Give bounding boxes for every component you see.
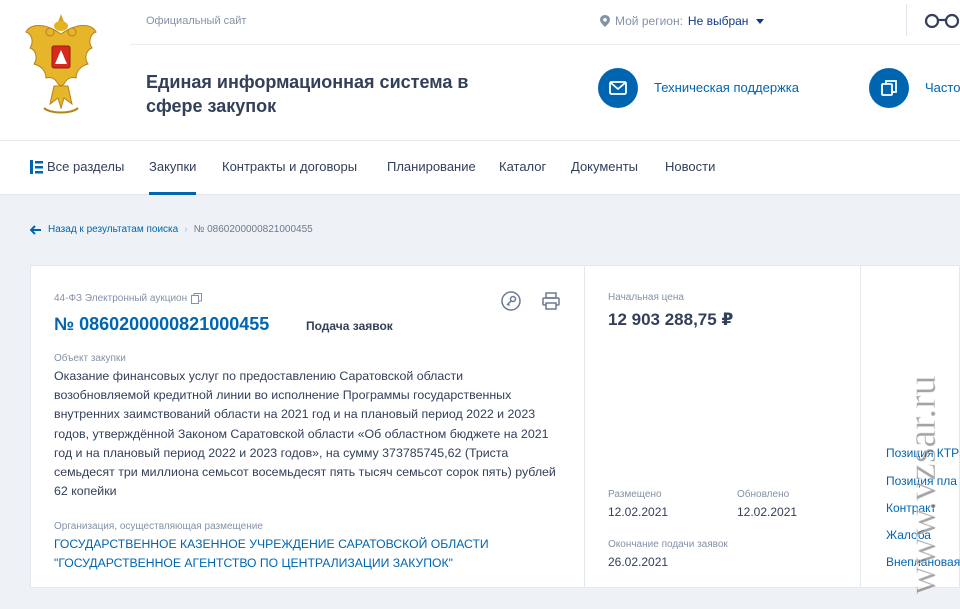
placed-label: Размещено xyxy=(608,489,662,500)
deadline-date: 26.02.2021 xyxy=(608,555,669,569)
copy-icon[interactable] xyxy=(191,293,203,304)
organization-label: Организация, осуществляющая размещение xyxy=(54,521,263,532)
nav-tab-catalog[interactable]: Каталог xyxy=(499,159,546,174)
header-separator xyxy=(906,4,907,36)
site-header: Официальный сайт Мой регион: Не выбран Е… xyxy=(0,0,960,141)
nav-all-sections[interactable]: Все разделы xyxy=(47,159,124,174)
arrow-left-icon[interactable] xyxy=(30,224,42,235)
purchase-stage: Подача заявок xyxy=(306,319,393,333)
header-divider xyxy=(130,44,960,45)
purchase-type: 44-ФЗ Электронный аукцион xyxy=(54,293,203,304)
price-value: 12 903 288,75 ₽ xyxy=(608,310,734,329)
region-selector[interactable]: Мой регион: Не выбран xyxy=(600,14,765,28)
coat-of-arms-icon[interactable] xyxy=(24,12,98,120)
column-divider xyxy=(860,266,861,587)
watermark: www.vzsar.ru xyxy=(899,375,945,596)
mail-icon xyxy=(609,81,627,95)
object-description: Оказание финансовых услуг по предоставле… xyxy=(54,369,556,499)
breadcrumb: Назад к результатам поиска › № 086020000… xyxy=(30,224,313,235)
nav-tab-planning[interactable]: Планирование xyxy=(387,159,476,174)
chevron-down-icon xyxy=(756,18,765,24)
location-pin-icon xyxy=(600,15,610,27)
object-label: Объект закупки xyxy=(54,353,126,364)
updated-date: 12.02.2021 xyxy=(737,505,798,519)
copy-docs-icon xyxy=(881,80,897,96)
purchase-number[interactable]: № 0860200000821000455 xyxy=(54,314,269,335)
site-title[interactable]: Единая информационная система в сфере за… xyxy=(146,70,506,118)
sections-icon xyxy=(30,160,43,174)
nav-tab-contracts[interactable]: Контракты и договоры xyxy=(222,159,357,174)
faq-button[interactable] xyxy=(869,68,909,108)
main-nav: Все разделы Закупки Контракты и договоры… xyxy=(0,141,960,195)
organization-link[interactable]: ГОСУДАРСТВЕННОЕ КАЗЕННОЕ УЧРЕЖДЕНИЕ САРА… xyxy=(54,535,559,572)
column-divider xyxy=(584,266,585,587)
print-icon[interactable] xyxy=(541,291,561,311)
breadcrumb-current: № 0860200000821000455 xyxy=(193,224,313,235)
region-label: Мой регион: xyxy=(615,14,683,28)
glasses-icon[interactable] xyxy=(924,12,960,28)
purchase-card: 44-ФЗ Электронный аукцион № 086020000082… xyxy=(30,265,960,588)
official-site-label: Официальный сайт xyxy=(146,15,247,27)
region-value[interactable]: Не выбран xyxy=(688,14,749,28)
key-icon[interactable] xyxy=(501,291,521,311)
placed-date: 12.02.2021 xyxy=(608,505,669,519)
nav-tab-documents[interactable]: Документы xyxy=(571,159,638,174)
support-button[interactable] xyxy=(598,68,638,108)
price-label: Начальная цена xyxy=(608,292,684,303)
watermark-text: www.vzsar.ru xyxy=(899,375,944,595)
deadline-label: Окончание подачи заявок xyxy=(608,539,728,550)
back-to-results-link[interactable]: Назад к результатам поиска xyxy=(48,224,178,235)
support-link[interactable]: Техническая поддержка xyxy=(654,80,799,95)
faq-link[interactable]: Часто xyxy=(925,80,960,95)
nav-tab-news[interactable]: Новости xyxy=(665,159,715,174)
nav-tab-purchases[interactable]: Закупки xyxy=(149,159,197,195)
updated-label: Обновлено xyxy=(737,489,790,500)
purchase-type-label: 44-ФЗ Электронный аукцион xyxy=(54,293,188,304)
breadcrumb-separator: › xyxy=(184,224,188,235)
